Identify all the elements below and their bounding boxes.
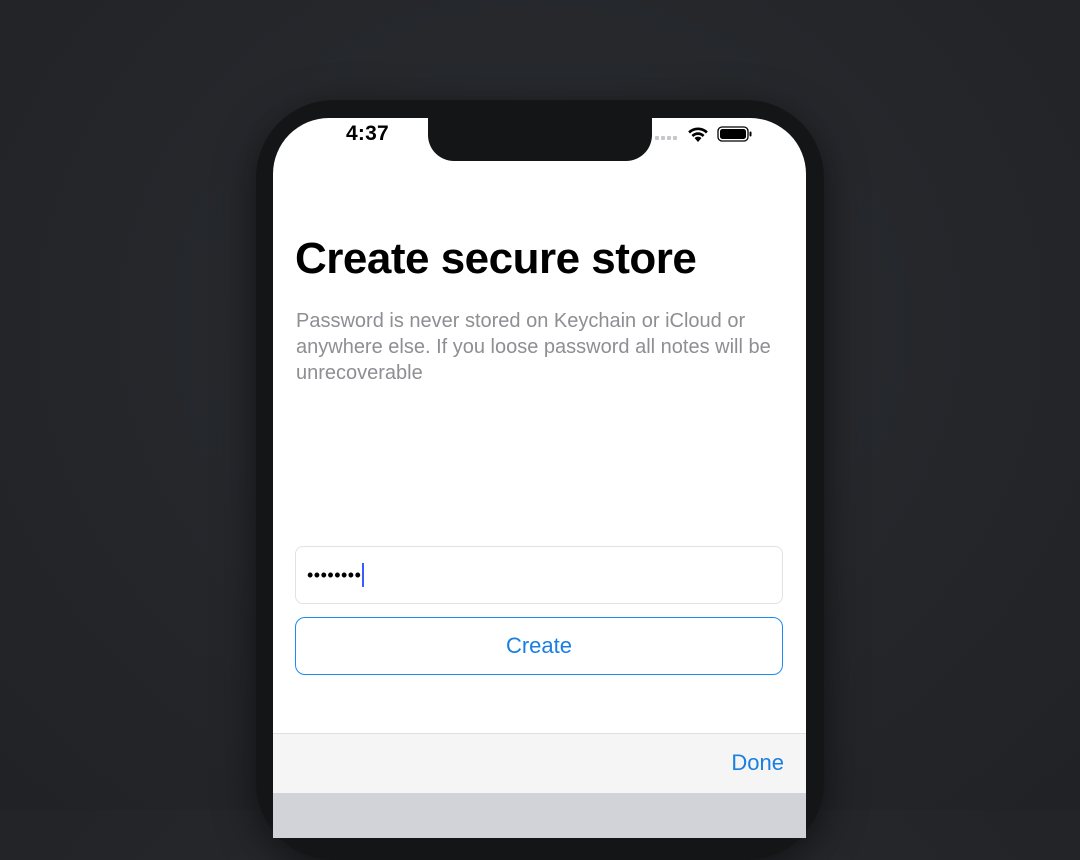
text-caret <box>362 563 365 587</box>
status-icons <box>655 124 753 144</box>
signal-icon <box>655 136 677 140</box>
page-title: Create secure store <box>295 234 697 283</box>
battery-icon <box>717 126 752 142</box>
app-screen: 4:37 Create secure store Password is nev… <box>273 118 806 838</box>
password-value: •••••••• <box>307 565 362 585</box>
create-button[interactable]: Create <box>295 617 783 675</box>
done-button[interactable]: Done <box>731 750 784 776</box>
keyboard-accessory-bar: Done <box>273 733 806 794</box>
description-text: Password is never stored on Keychain or … <box>296 310 771 384</box>
notch <box>428 118 652 161</box>
status-time: 4:37 <box>346 122 389 145</box>
keyboard-area <box>273 793 806 838</box>
wifi-icon <box>688 127 708 142</box>
password-field[interactable]: •••••••• <box>295 546 783 604</box>
